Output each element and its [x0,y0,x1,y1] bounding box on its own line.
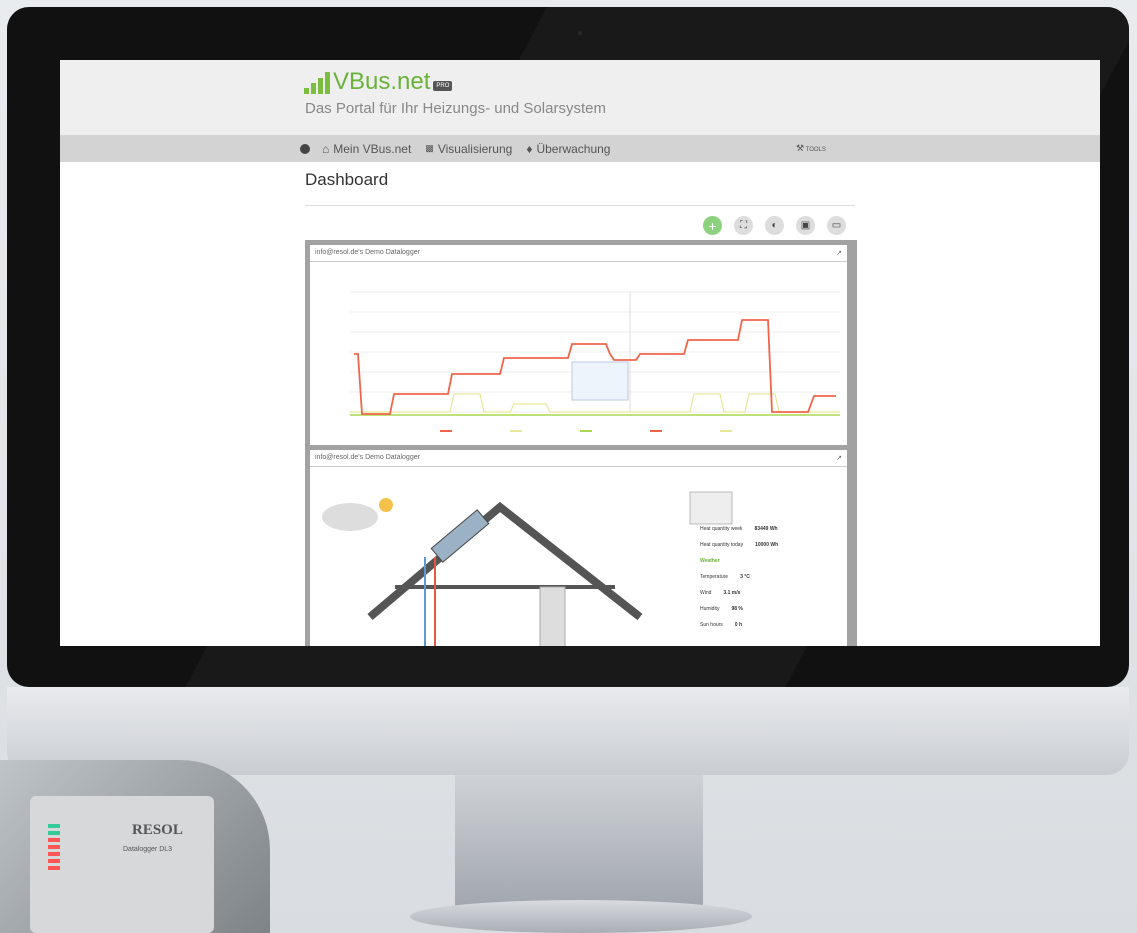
pro-badge: PRO [433,81,453,91]
house-roof [367,501,643,621]
solar-collector [430,509,490,563]
delete-button[interactable]: ▭ [827,216,846,235]
site-header: VBus.net PRO Das Portal für Ihr Heizungs… [60,60,1100,135]
fullscreen-button[interactable]: ⛶ [734,216,753,235]
stat-value: 83449 Wh [754,526,778,532]
bell-icon: ♦ [526,141,533,156]
device-brand: RESOL [132,822,183,838]
chart-widget: info@resol.de's Demo Datalogger ↗ [310,245,847,445]
stat-value: 0 h [734,622,743,628]
led-bar [48,824,60,870]
tools-menu[interactable]: ⚒ TOOLS [796,143,826,154]
stat-label: Wind [700,590,712,596]
nav-item-ueberwachung[interactable]: ♦ Überwachung [526,142,610,156]
chart-icon: ▩ [425,143,434,153]
logo-text: VBus.net [333,68,431,95]
datalogger-device: RESOL Datalogger DL3 [0,760,270,933]
stat-label: Sun hours [700,622,723,628]
vbus-logo[interactable]: VBus.net PRO [304,68,453,95]
wrench-icon: ⚒ [796,143,805,153]
monitor-base [410,900,752,933]
signal-bars-icon [304,72,330,94]
main-nav: ⌂ Mein VBus.net ▩ Visualisierung ♦ Überw… [60,135,1100,162]
nav-item-mein-vbus[interactable]: ⌂ Mein VBus.net [322,142,411,156]
stat-label: Heat quantity week [700,526,743,532]
divider [305,205,855,206]
system-stats: Heat quantity week 83449 Wh Heat quantity… [700,526,778,638]
nav-item-visualisierung[interactable]: ▩ Visualisierung [425,142,512,156]
home-icon: ⌂ [322,141,330,156]
external-link-icon[interactable]: ↗ [836,454,842,462]
widget-title: info@resol.de's Demo Datalogger [315,249,420,256]
add-widget-button[interactable]: + [703,216,722,235]
controller-icon [689,491,733,525]
page-title: Dashboard [305,170,389,189]
external-link-icon[interactable]: ↗ [836,249,842,257]
weather-title: Weather [700,558,720,564]
stat-value: 3.1 m/s [723,590,741,596]
chart-legend [440,430,732,432]
info-icon[interactable] [300,143,310,154]
window-button[interactable]: ▣ [796,216,815,235]
browser-viewport: VBus.net PRO Das Portal für Ihr Heizungs… [60,60,1100,646]
nav-label: Mein VBus.net [333,141,412,156]
device-face: RESOL Datalogger DL3 [30,796,214,933]
widget-container: info@resol.de's Demo Datalogger ↗ info@r… [305,240,857,646]
system-widget: info@resol.de's Demo Datalogger ↗ Heat q… [310,450,847,646]
widget-title: info@resol.de's Demo Datalogger [315,454,420,461]
stat-value: 10000 Wh [755,542,779,548]
temperature-chart [350,291,840,432]
monitor-stand [455,775,703,915]
nav-label: Visualisierung [437,141,513,156]
stat-label: Heat quantity today [700,542,744,548]
cloud-icon [322,503,378,531]
dashboard-toolbar: + ⛶ ◐ ▣ ▭ [703,216,846,235]
chart-tooltip [571,361,629,401]
nav-label: Überwachung [536,141,611,156]
webcam [578,31,582,35]
tools-label: TOOLS [805,147,826,153]
stat-value: 98 % [731,606,743,612]
device-model: Datalogger DL3 [123,846,173,853]
storage-tank [539,586,566,646]
stat-label: Temperature [700,574,729,580]
monitor-bezel: VBus.net PRO Das Portal für Ihr Heizungs… [7,7,1129,687]
contrast-button[interactable]: ◐ [765,216,784,235]
stat-value: 3 °C [740,574,750,580]
stat-label: Humidity [700,606,720,612]
site-subtitle: Das Portal für Ihr Heizungs- und Solarsy… [305,100,606,117]
sun-icon [379,498,393,512]
